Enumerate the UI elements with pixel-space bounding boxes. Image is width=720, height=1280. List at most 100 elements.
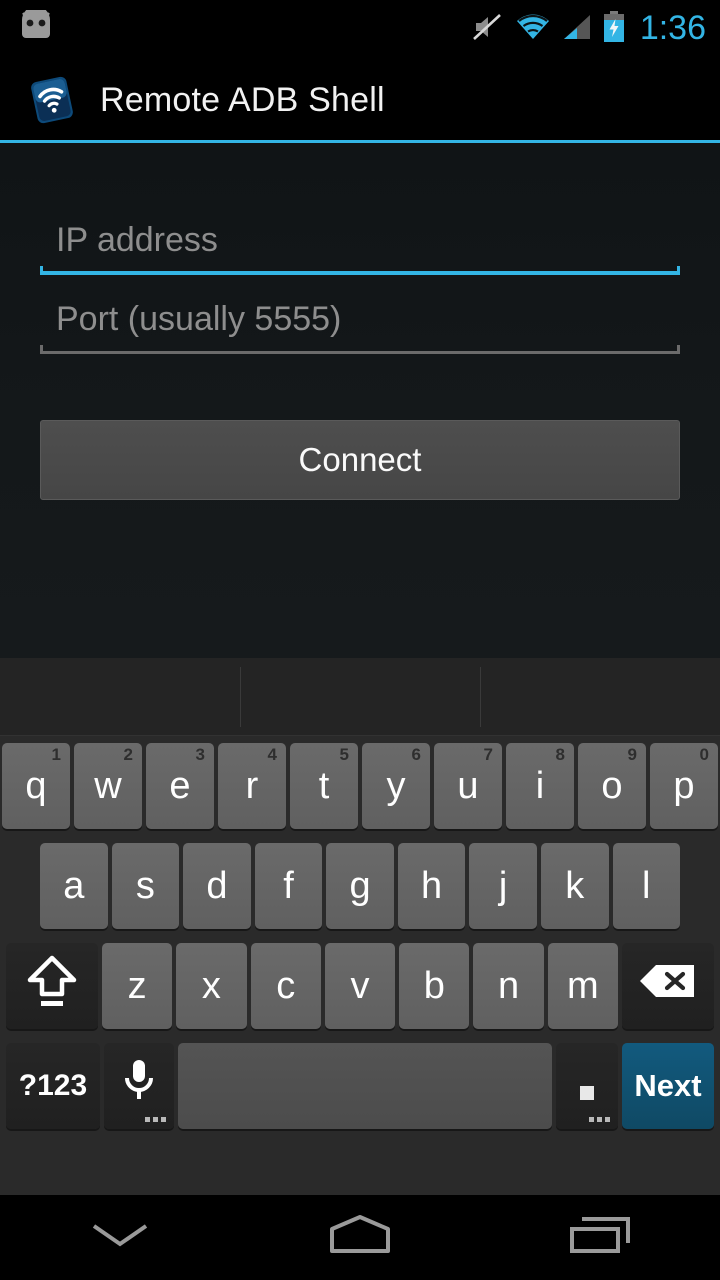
ip-address-field[interactable]: IP address <box>40 215 680 275</box>
key-j-label: j <box>498 864 508 907</box>
microphone-key[interactable] <box>104 1043 174 1129</box>
home-button[interactable] <box>280 1195 440 1280</box>
key-l-label: l <box>642 864 651 907</box>
key-h[interactable]: h <box>397 843 466 929</box>
key-s-label: s <box>135 864 155 907</box>
status-bar: 1:36 <box>0 0 720 58</box>
key-n-label: n <box>497 964 520 1007</box>
key-c-label: c <box>276 964 296 1007</box>
status-bar-notifications <box>16 5 56 49</box>
recent-apps-icon <box>562 1213 638 1262</box>
key-l[interactable]: l <box>612 843 681 929</box>
key-r-label: r <box>245 764 259 807</box>
key-x[interactable]: x <box>176 943 247 1029</box>
key-e[interactable]: 3 e <box>146 743 214 829</box>
key-t-label: t <box>318 764 330 807</box>
suggestion-slot-1[interactable] <box>0 658 240 736</box>
key-g[interactable]: g <box>326 843 394 929</box>
key-m[interactable]: m <box>547 943 618 1029</box>
status-bar-system-icons: 1:36 <box>470 10 706 49</box>
key-x-label: x <box>201 964 221 1007</box>
key-o[interactable]: 9 o <box>578 743 646 829</box>
key-s[interactable]: s <box>111 843 180 929</box>
key-y-label: y <box>386 764 406 807</box>
key-b[interactable]: b <box>399 943 470 1029</box>
key-h-label: h <box>421 864 443 907</box>
suggestion-strip-divider <box>0 735 720 736</box>
key-p-number: 0 <box>699 745 709 764</box>
key-r[interactable]: 4 r <box>218 743 286 829</box>
ip-address-underline <box>40 265 680 275</box>
key-o-number: 9 <box>627 745 637 764</box>
key-q[interactable]: 1 q <box>2 743 70 829</box>
key-z[interactable]: z <box>102 943 173 1029</box>
key-p[interactable]: 0 p <box>650 743 718 829</box>
port-placeholder: Port (usually 5555) <box>56 300 342 338</box>
status-bar-clock: 1:36 <box>639 9 706 47</box>
home-icon <box>322 1213 398 1262</box>
recent-apps-button[interactable] <box>520 1195 680 1280</box>
connect-button[interactable]: Connect <box>40 420 680 500</box>
cell-signal-icon <box>562 12 592 47</box>
key-n[interactable]: n <box>473 943 544 1029</box>
key-w-number: 2 <box>123 745 133 764</box>
key-b-label: b <box>423 964 445 1007</box>
action-bar: Remote ADB Shell <box>0 58 720 142</box>
symbols-key[interactable]: ?123 <box>6 1043 100 1129</box>
key-u-label: u <box>457 764 479 807</box>
key-f[interactable]: f <box>254 843 323 929</box>
key-y-number: 6 <box>411 745 421 764</box>
wifi-icon <box>515 12 551 47</box>
battery-charging-icon <box>603 10 625 48</box>
port-field[interactable]: Port (usually 5555) <box>40 294 680 354</box>
key-r-number: 4 <box>267 745 277 764</box>
keyboard-row-2: a s d f g h j k l <box>0 836 720 936</box>
period-key[interactable] <box>556 1043 618 1129</box>
key-y[interactable]: 6 y <box>362 743 430 829</box>
key-e-number: 3 <box>195 745 205 764</box>
key-v-label: v <box>350 964 370 1007</box>
keyboard-hide-button[interactable] <box>40 1195 200 1280</box>
key-d[interactable]: d <box>183 843 251 929</box>
keyboard-hide-chevron-icon <box>84 1218 156 1257</box>
key-i-number: 8 <box>555 745 565 764</box>
key-k-label: k <box>565 864 585 907</box>
suggestion-slot-3[interactable] <box>480 658 720 736</box>
key-g-label: g <box>349 864 371 907</box>
key-v[interactable]: v <box>324 943 396 1029</box>
navigation-bar <box>0 1195 720 1280</box>
period-glyph <box>580 1086 594 1100</box>
key-j[interactable]: j <box>469 843 537 929</box>
suggestion-slot-2[interactable] <box>240 658 480 736</box>
phone-screen: 1:36 Remote ADB Shell IP address Port (u… <box>0 0 720 1280</box>
space-key[interactable] <box>178 1043 552 1129</box>
key-u[interactable]: 7 u <box>434 743 502 829</box>
key-q-number: 1 <box>51 745 61 764</box>
key-z-label: z <box>127 964 147 1007</box>
soft-keyboard: 1 q 2 w 3 e 4 r 5 t 6 y 7 u 8 i 9 o 0 p … <box>0 658 720 1195</box>
keyboard-row-4: ?123 Next <box>0 1036 720 1136</box>
backspace-key[interactable] <box>621 943 714 1029</box>
key-t[interactable]: 5 t <box>290 743 358 829</box>
key-a[interactable]: a <box>40 843 108 929</box>
key-c[interactable]: c <box>250 943 321 1029</box>
shift-arrow-icon <box>24 950 80 1022</box>
next-action-key[interactable]: Next <box>622 1043 714 1129</box>
keyboard-row-1: 1 q 2 w 3 e 4 r 5 t 6 y 7 u 8 i 9 o 0 p <box>0 736 720 836</box>
key-k[interactable]: k <box>540 843 609 929</box>
period-key-more-dots <box>589 1117 610 1122</box>
port-underline <box>40 344 680 354</box>
keyboard-row-3: z x c v b n m <box>0 936 720 1036</box>
key-w[interactable]: 2 w <box>74 743 142 829</box>
key-d-label: d <box>206 864 228 907</box>
microphone-key-more-dots <box>145 1117 166 1122</box>
shift-key[interactable] <box>6 943 98 1029</box>
key-i[interactable]: 8 i <box>506 743 574 829</box>
microphone-icon <box>119 1056 159 1116</box>
page-title: Remote ADB Shell <box>100 80 385 119</box>
key-p-label: p <box>673 764 695 807</box>
key-a-label: a <box>63 864 85 907</box>
suggestion-strip <box>0 658 720 736</box>
key-o-label: o <box>601 764 623 807</box>
key-u-number: 7 <box>483 745 493 764</box>
